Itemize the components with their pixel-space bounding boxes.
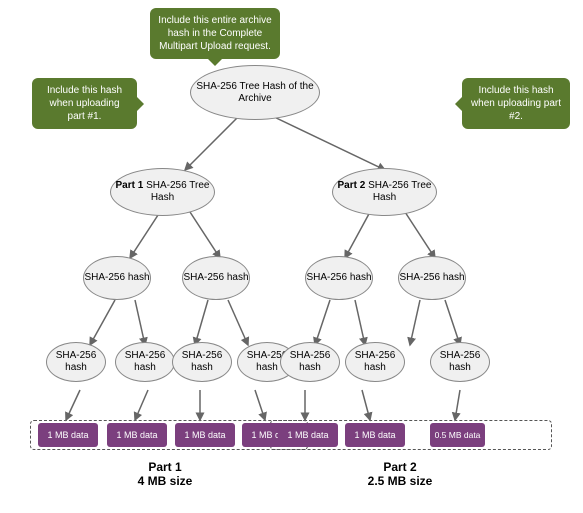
p1-sha-left: SHA-256 hash	[83, 256, 151, 300]
p2-data-1: 1 MB data	[278, 423, 338, 447]
p2-b-sha-3: SHA-256 hash	[430, 342, 490, 382]
diagram: Include this entire archive hash in the …	[0, 0, 583, 513]
p2-data-3: 0.5 MB data	[430, 423, 485, 447]
part1-hash-node: Part 1 SHA-256 Tree Hash	[110, 168, 215, 216]
archive-hash-node: SHA-256 Tree Hash of the Archive	[190, 65, 320, 120]
part2-label: Part 22.5 MB size	[335, 460, 465, 488]
p1-data-3: 1 MB data	[175, 423, 235, 447]
left-callout: Include this hash when uploading part #1…	[32, 78, 137, 129]
p1-b-sha-2: SHA-256 hash	[115, 342, 175, 382]
p2-b-sha-1: SHA-256 hash	[280, 342, 340, 382]
p2-data-2: 1 MB data	[345, 423, 405, 447]
p2-sha-left: SHA-256 hash	[305, 256, 373, 300]
p1-b-sha-3: SHA-256 hash	[172, 342, 232, 382]
top-callout: Include this entire archive hash in the …	[150, 8, 280, 59]
p1-data-1: 1 MB data	[38, 423, 98, 447]
part2-hash-node: Part 2 SHA-256 Tree Hash	[332, 168, 437, 216]
p1-sha-right: SHA-256 hash	[182, 256, 250, 300]
p2-b-sha-2: SHA-256 hash	[345, 342, 405, 382]
p1-data-2: 1 MB data	[107, 423, 167, 447]
p1-b-sha-1: SHA-256 hash	[46, 342, 106, 382]
right-callout: Include this hash when uploading part #2…	[462, 78, 570, 129]
part1-label: Part 14 MB size	[100, 460, 230, 488]
p2-sha-right: SHA-256 hash	[398, 256, 466, 300]
